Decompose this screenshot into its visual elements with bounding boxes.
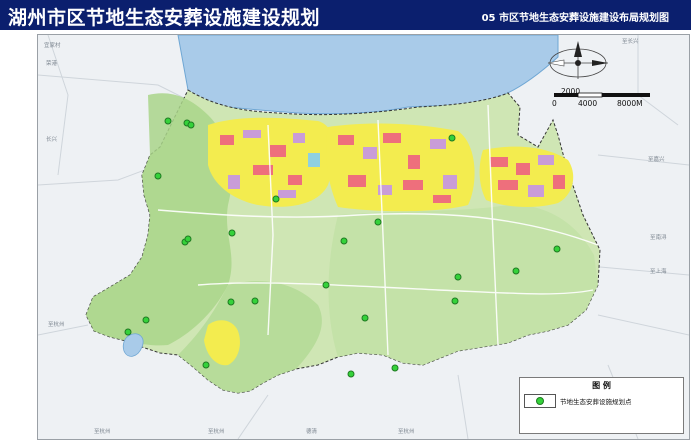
map-legend: 图 例 节地生态安葬设施规划点 [519,377,684,434]
place-label: 至嘉兴 [648,157,665,163]
planning-point-marker[interactable] [142,316,150,324]
legend-item-label: 节地生态安葬设施规划点 [560,398,632,406]
planning-point-marker[interactable] [154,172,162,180]
green-dot-icon [536,397,544,405]
planning-point-marker[interactable] [202,361,210,369]
planning-point-marker[interactable] [251,297,259,305]
planning-point-marker[interactable] [124,328,132,336]
place-label: 至南浔 [650,235,667,241]
legend-title: 图 例 [592,381,611,390]
place-label: 至上海 [650,269,667,275]
planning-point-marker[interactable] [391,364,399,372]
planning-point-marker[interactable] [322,281,330,289]
planning-point-marker[interactable] [454,273,462,281]
planning-point-marker[interactable] [553,245,561,253]
planning-point-marker[interactable] [272,195,280,203]
planning-point-marker[interactable] [340,237,348,245]
header-bar: 湖州市区节地生态安葬设施建设规划 05 市区节地生态安葬设施建设布局规划图 [0,0,691,30]
scale-label-8000m: 8000M [617,99,643,108]
planning-point-marker[interactable] [184,235,192,243]
place-label: 宜家村 [44,43,61,49]
planning-point-marker[interactable] [228,229,236,237]
planning-point-marker[interactable] [227,298,235,306]
place-label: 德清 [306,429,318,435]
scale-label-2000: 2000 [561,87,581,96]
place-label: 至杭州 [48,322,65,328]
place-label: 长兴 [46,137,58,143]
planning-point-marker[interactable] [361,314,369,322]
place-label: 至杭州 [94,429,111,435]
place-label: 至杭州 [398,429,415,435]
planning-point-marker[interactable] [374,218,382,226]
legend-swatch [524,394,556,408]
planning-point-marker[interactable] [164,117,172,125]
scale-label-4000: 4000 [578,99,598,108]
place-label: 荣港 [46,61,58,67]
urban-core-east [479,146,574,207]
page-title: 湖州市区节地生态安葬设施建设规划 [8,7,321,29]
planning-point-marker[interactable] [448,134,456,142]
scale-label-0: 0 [552,99,557,108]
place-label: 至杭州 [208,429,225,435]
planning-point-marker[interactable] [187,121,195,129]
planning-point-marker[interactable] [451,297,459,305]
planning-point-marker[interactable] [512,267,520,275]
place-label: 至长兴 [622,39,639,45]
page-subtitle: 05 市区节地生态安葬设施建设布局规划图 [481,13,669,24]
planning-point-marker[interactable] [347,370,355,378]
